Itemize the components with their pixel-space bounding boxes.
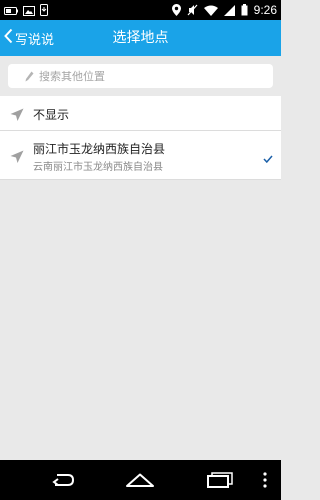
back-button[interactable]: 写说说 [4, 20, 54, 56]
list-item-location[interactable]: 丽江市玉龙纳西族自治县 云南丽江市玉龙纳西族自治县 [0, 131, 281, 180]
status-time: 9:26 [253, 3, 277, 17]
status-bar: 9:26 [0, 0, 281, 20]
list-item-hide-location[interactable]: 不显示 [0, 96, 281, 131]
location-arrow-icon [10, 149, 24, 168]
image-icon [23, 1, 35, 20]
back-label: 写说说 [15, 32, 55, 48]
list-item-title: 丽江市玉龙纳西族自治县 [33, 142, 166, 156]
mute-icon [187, 1, 198, 20]
search-input[interactable]: 搜索其他位置 [8, 64, 273, 88]
wifi-icon [203, 1, 218, 20]
phone-download-icon [40, 1, 48, 20]
location-arrow-icon [10, 107, 24, 126]
pen-icon [25, 67, 34, 86]
home-icon[interactable] [115, 460, 165, 500]
checkmark-icon [263, 148, 273, 167]
recent-apps-icon[interactable] [195, 460, 245, 500]
location-icon [171, 1, 181, 20]
list-item-title: 不显示 [33, 108, 70, 122]
overflow-menu-icon[interactable] [250, 460, 280, 500]
title-bar: 写说说 选择地点 [0, 20, 281, 56]
signal-icon [223, 1, 235, 20]
chevron-left-icon [4, 28, 13, 48]
search-area: 搜索其他位置 [0, 56, 281, 96]
back-icon[interactable] [38, 460, 88, 500]
battery-icon [241, 1, 248, 20]
location-list: 不显示 丽江市玉龙纳西族自治县 云南丽江市玉龙纳西族自治县 [0, 96, 281, 180]
navigation-bar [0, 460, 281, 500]
search-placeholder: 搜索其他位置 [39, 70, 105, 83]
battery-percent-icon [4, 1, 18, 20]
list-item-subtitle: 云南丽江市玉龙纳西族自治县 [33, 162, 163, 173]
